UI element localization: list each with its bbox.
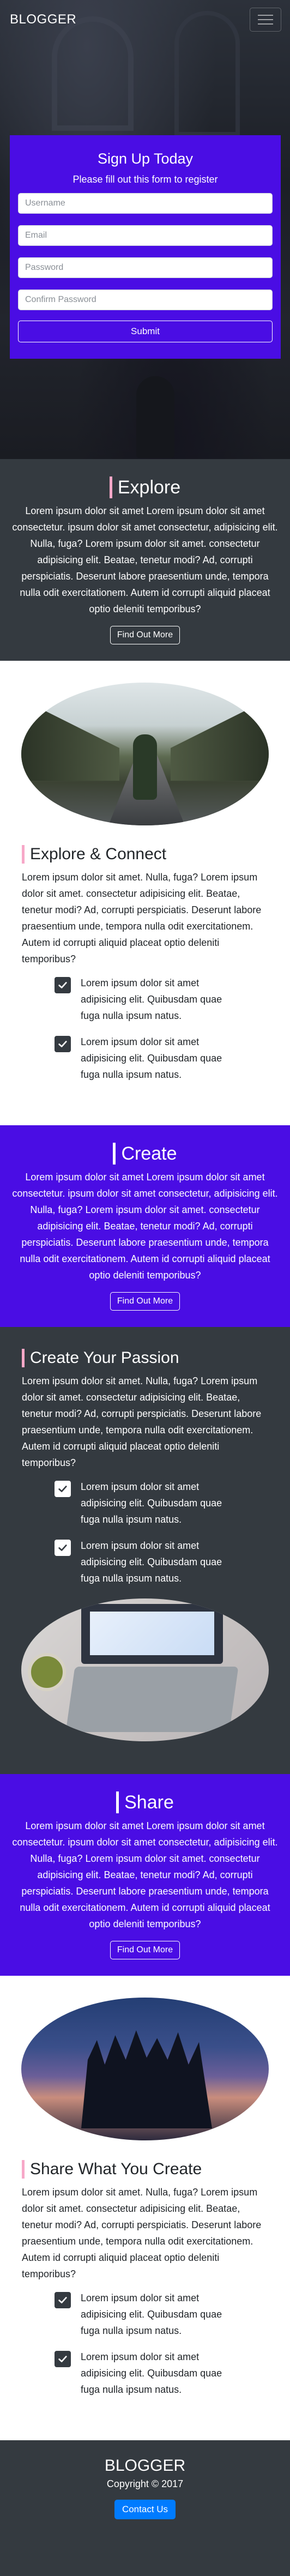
- submit-button[interactable]: Submit: [18, 321, 273, 342]
- check-list-item: Lorem ipsum dolor sit amet adipisicing e…: [22, 975, 268, 1024]
- create-section: Create Lorem ipsum dolor sit amet Lorem …: [0, 1125, 290, 1327]
- share-create-section: Share What You Create Lorem ipsum dolor …: [0, 1976, 290, 2440]
- checkmark-icon: [55, 2292, 71, 2308]
- create-passion-text: Lorem ipsum dolor sit amet. Nulla, fuga?…: [22, 1376, 262, 1468]
- create-passion-section: Create Your Passion Lorem ipsum dolor si…: [0, 1327, 290, 1774]
- explore-title: Explore: [109, 476, 180, 498]
- explore-find-out-more-button[interactable]: Find Out More: [110, 626, 180, 644]
- explore-connect-section: Explore & Connect Lorem ipsum dolor sit …: [0, 661, 290, 1125]
- check-list-item: Lorem ipsum dolor sit amet adipisicing e…: [22, 2349, 268, 2398]
- checkmark-icon: [55, 1036, 71, 1052]
- road-walker-image: [21, 683, 269, 825]
- explore-section: Explore Lorem ipsum dolor sit amet Lorem…: [0, 459, 290, 661]
- footer: BLOGGER Copyright © 2017 Contact Us: [0, 2440, 290, 2535]
- check-item-text: Lorem ipsum dolor sit amet adipisicing e…: [81, 2351, 222, 2395]
- check-item-text: Lorem ipsum dolor sit amet adipisicing e…: [81, 1036, 222, 1080]
- create-text: Lorem ipsum dolor sit amet Lorem ipsum d…: [12, 1172, 278, 1281]
- username-field[interactable]: [18, 193, 273, 214]
- check-item-text: Lorem ipsum dolor sit amet adipisicing e…: [81, 1481, 222, 1525]
- navbar-brand[interactable]: BLOGGER: [10, 12, 76, 27]
- check-list-item: Lorem ipsum dolor sit amet adipisicing e…: [22, 1034, 268, 1083]
- contact-us-button[interactable]: Contact Us: [114, 2500, 176, 2519]
- email-field[interactable]: [18, 225, 273, 246]
- confirm-password-field[interactable]: [18, 289, 273, 310]
- hamburger-menu-icon: [258, 15, 273, 16]
- navbar: BLOGGER: [0, 0, 290, 39]
- explore-connect-title: Explore & Connect: [22, 845, 166, 864]
- check-item-text: Lorem ipsum dolor sit amet adipisicing e…: [81, 2293, 222, 2336]
- share-find-out-more-button[interactable]: Find Out More: [110, 1941, 180, 1959]
- hero-section: Sign Up Today Please fill out this form …: [0, 0, 290, 459]
- laptop-typing-image: [21, 1598, 269, 1741]
- share-section: Share Lorem ipsum dolor sit amet Lorem i…: [0, 1774, 290, 1976]
- checkmark-icon: [55, 2351, 71, 2367]
- share-text: Lorem ipsum dolor sit amet Lorem ipsum d…: [12, 1820, 278, 1929]
- signup-card: Sign Up Today Please fill out this form …: [10, 135, 281, 359]
- signup-title: Sign Up Today: [97, 150, 194, 167]
- check-item-text: Lorem ipsum dolor sit amet adipisicing e…: [81, 978, 222, 1021]
- explore-text: Lorem ipsum dolor sit amet Lorem ipsum d…: [12, 505, 278, 614]
- footer-copyright: Copyright © 2017: [106, 2478, 184, 2489]
- create-find-out-more-button[interactable]: Find Out More: [110, 1292, 180, 1311]
- create-passion-title: Create Your Passion: [22, 1349, 179, 1367]
- sunset-group-image: [21, 1998, 269, 2140]
- check-list-item: Lorem ipsum dolor sit amet adipisicing e…: [22, 2290, 268, 2339]
- checkmark-icon: [55, 977, 71, 993]
- check-item-text: Lorem ipsum dolor sit amet adipisicing e…: [81, 1540, 222, 1584]
- share-create-title: Share What You Create: [22, 2160, 202, 2179]
- create-title: Create: [113, 1143, 177, 1165]
- explore-connect-text: Lorem ipsum dolor sit amet. Nulla, fuga?…: [22, 872, 262, 964]
- check-list-item: Lorem ipsum dolor sit amet adipisicing e…: [22, 1479, 268, 1528]
- footer-brand: BLOGGER: [104, 2457, 186, 2475]
- checkmark-icon: [55, 1481, 71, 1497]
- password-field[interactable]: [18, 257, 273, 278]
- share-title: Share: [116, 1791, 174, 1813]
- share-create-text: Lorem ipsum dolor sit amet. Nulla, fuga?…: [22, 2187, 262, 2279]
- menu-toggle-button[interactable]: [250, 8, 281, 32]
- checkmark-icon: [55, 1540, 71, 1556]
- signup-subtitle: Please fill out this form to register: [72, 174, 218, 185]
- check-list-item: Lorem ipsum dolor sit amet adipisicing e…: [22, 1537, 268, 1586]
